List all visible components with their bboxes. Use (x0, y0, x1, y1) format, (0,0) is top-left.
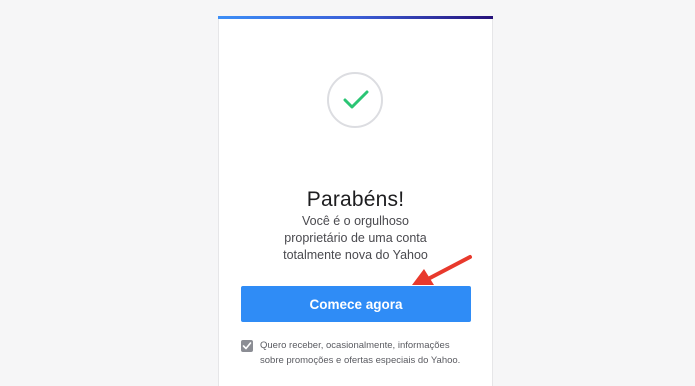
marketing-optin-label: Quero receber, ocasionalmente, informaçõ… (260, 338, 482, 368)
success-badge (327, 72, 383, 128)
marketing-optin-checkbox[interactable] (241, 340, 253, 352)
checkbox-check-icon (242, 342, 252, 350)
page-title: Parabéns! (306, 188, 405, 211)
red-arrow-icon (412, 255, 472, 285)
card-accent-bar (218, 16, 493, 19)
success-message-line: Você é o orgulhoso (301, 214, 410, 228)
checkmark-icon (343, 90, 369, 109)
marketing-optin-line: sobre promoções e ofertas especiais do Y… (260, 355, 461, 366)
marketing-optin-line: Quero receber, ocasionalmente, informaçõ… (260, 340, 450, 351)
get-started-button[interactable]: Comece agora (241, 286, 471, 322)
signup-success-card: Parabéns! Você é o orgulhoso proprietári… (218, 16, 493, 386)
success-message-line: proprietário de uma conta (284, 231, 427, 245)
